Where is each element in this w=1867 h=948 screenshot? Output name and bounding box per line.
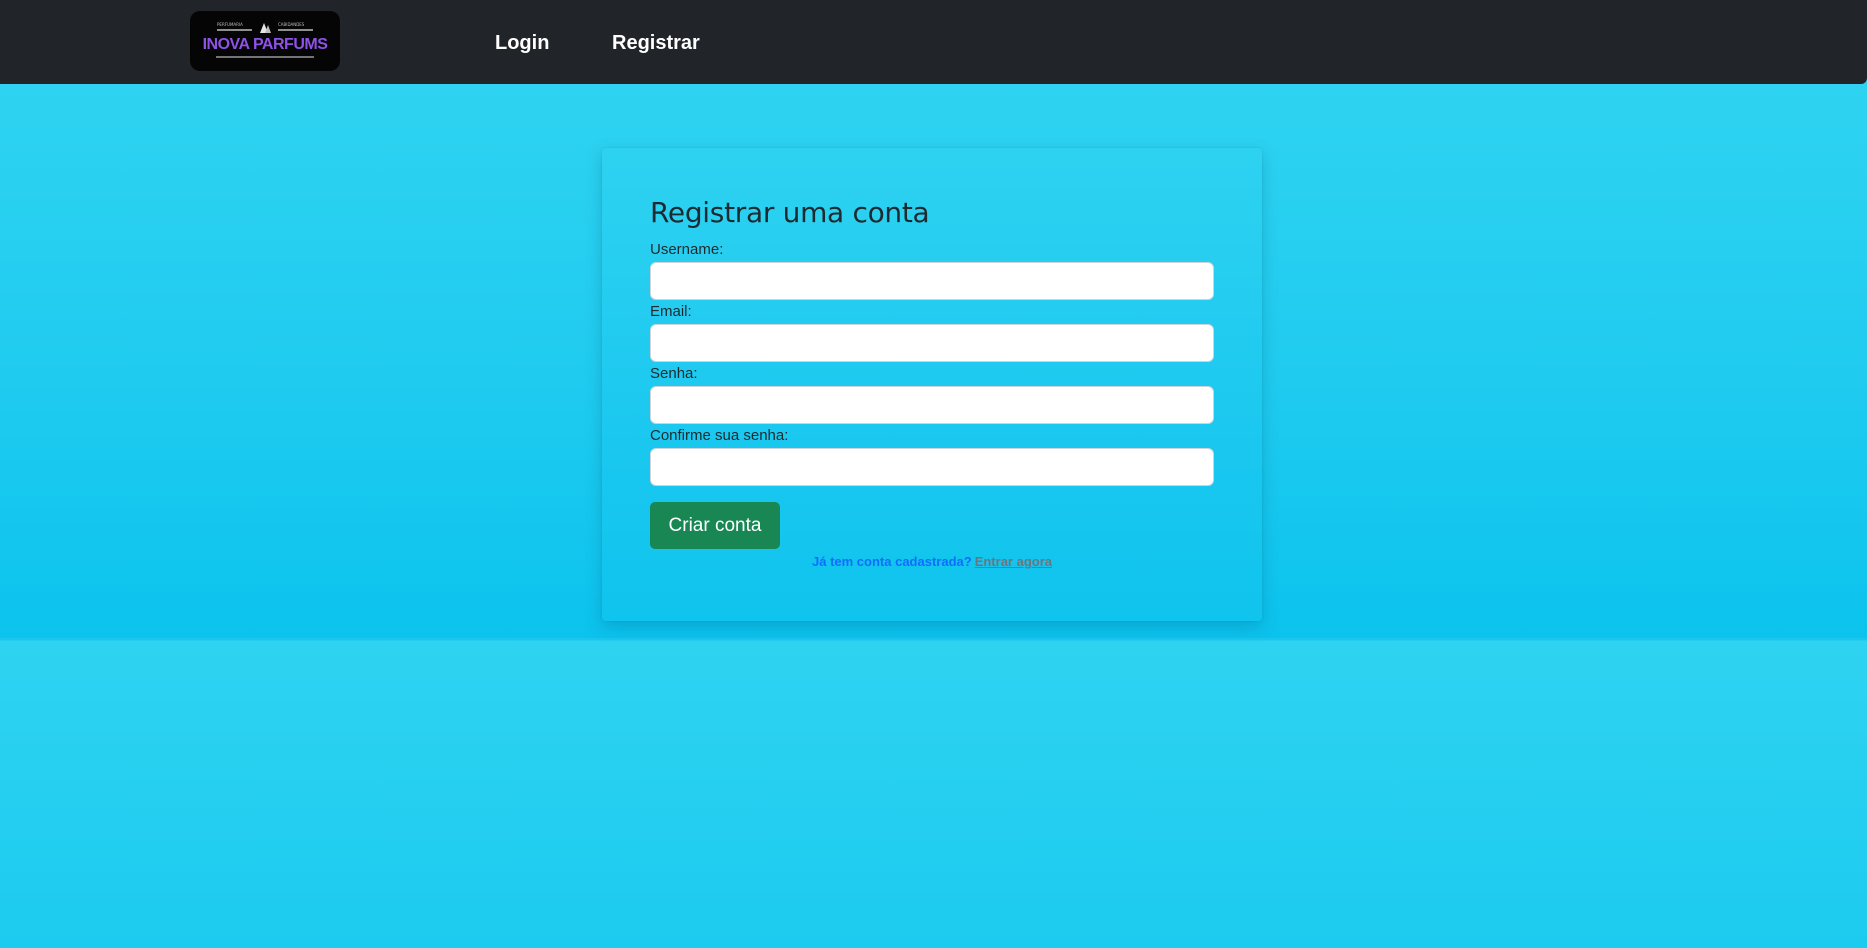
confirm-password-label: Confirme sua senha: bbox=[650, 427, 789, 444]
email-input[interactable] bbox=[650, 324, 1214, 362]
login-prompt: Já tem conta cadastrada? Entrar agora bbox=[602, 554, 1262, 569]
brand-name: INOVA PARFUMS bbox=[203, 36, 329, 53]
email-label: Email: bbox=[650, 303, 692, 320]
page-title: Registrar uma conta bbox=[650, 196, 930, 229]
username-input[interactable] bbox=[650, 262, 1214, 300]
password-input[interactable] bbox=[650, 386, 1214, 424]
register-card: Registrar uma conta Username: Email: Sen… bbox=[602, 148, 1262, 621]
password-label: Senha: bbox=[650, 365, 698, 382]
nav-register-link[interactable]: Registrar bbox=[612, 32, 700, 55]
register-section: Registrar uma conta Username: Email: Sen… bbox=[0, 84, 1867, 638]
nav-login-link[interactable]: Login bbox=[495, 32, 549, 55]
perfume-bottles-icon: PERFUMARIA CABIDANDES INOVA PARFUMS bbox=[203, 22, 329, 58]
svg-text:CABIDANDES: CABIDANDES bbox=[278, 22, 305, 27]
svg-text:PERFUMARIA: PERFUMARIA bbox=[217, 22, 243, 27]
login-prompt-text: Já tem conta cadastrada? bbox=[812, 554, 972, 569]
confirm-password-input[interactable] bbox=[650, 448, 1214, 486]
username-label: Username: bbox=[650, 241, 724, 258]
login-now-link[interactable]: Entrar agora bbox=[975, 554, 1052, 569]
brand-logo[interactable]: PERFUMARIA CABIDANDES INOVA PARFUMS bbox=[190, 11, 340, 71]
create-account-button[interactable]: Criar conta bbox=[650, 502, 780, 549]
navbar: PERFUMARIA CABIDANDES INOVA PARFUMS Logi… bbox=[0, 0, 1867, 84]
